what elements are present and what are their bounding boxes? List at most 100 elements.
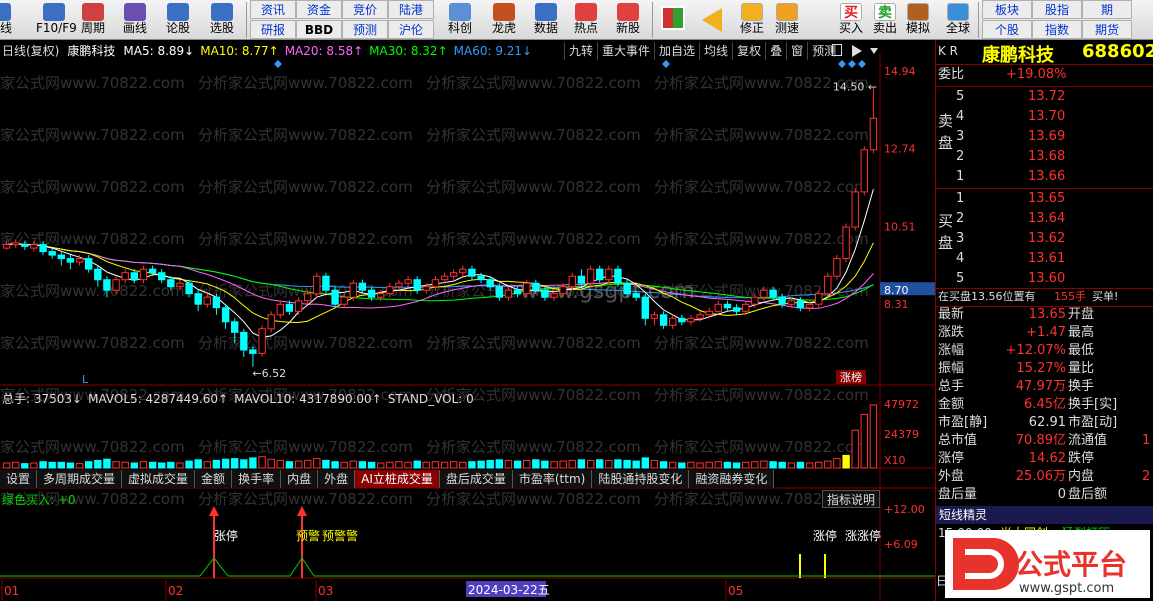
toolbar-layout-button[interactable] bbox=[656, 0, 690, 40]
toolbar-grid-button[interactable]: 资讯 bbox=[250, 0, 296, 19]
event-diamond-icon[interactable] bbox=[848, 60, 856, 68]
indicator-tab[interactable]: 盘后成交量 bbox=[440, 470, 513, 488]
candle[interactable] bbox=[267, 311, 275, 333]
chart-tool-button[interactable]: 复权 bbox=[732, 42, 765, 60]
indicator-tab[interactable]: AI立桩成交量 bbox=[355, 470, 440, 488]
candle[interactable] bbox=[322, 272, 330, 294]
indicator-tab[interactable]: 虚拟成交量 bbox=[122, 470, 196, 488]
candle[interactable] bbox=[614, 265, 622, 287]
indicator-help-button[interactable]: 指标说明 bbox=[822, 490, 881, 508]
ask-row[interactable]: 1 13.66 bbox=[936, 168, 1153, 186]
chart-tool-button[interactable]: 加自选 bbox=[654, 42, 699, 60]
toolbar-market-button[interactable]: 期 bbox=[1082, 0, 1132, 19]
chart-tool-button[interactable]: 九转 bbox=[564, 42, 597, 60]
candle[interactable] bbox=[842, 223, 850, 263]
toolbar-grid-button[interactable]: 资金 bbox=[296, 0, 342, 19]
toolbar-grid-button[interactable]: BBD bbox=[296, 20, 342, 39]
bid-row[interactable]: 4 13.61 bbox=[936, 250, 1153, 268]
candle[interactable] bbox=[66, 255, 75, 270]
candle[interactable] bbox=[313, 272, 321, 298]
toolbar-calendar-button[interactable]: 日线 bbox=[0, 0, 18, 40]
toolbar-market-button[interactable]: 期货 bbox=[1082, 20, 1132, 39]
candle[interactable] bbox=[678, 314, 686, 326]
candle[interactable] bbox=[331, 286, 339, 308]
indicator-tab[interactable]: 金额 bbox=[195, 470, 233, 488]
ask-row[interactable]: 4 13.70 bbox=[936, 108, 1153, 126]
toolbar-grid-button[interactable]: 陆港 bbox=[388, 0, 434, 19]
toolbar-f10-button[interactable]: F10/F9 bbox=[36, 0, 77, 40]
candle[interactable] bbox=[57, 251, 65, 266]
toolbar-dragon-button[interactable]: 龙虎 bbox=[482, 0, 526, 40]
candle[interactable] bbox=[85, 255, 93, 273]
toolbar-grid-button[interactable]: 沪伦 bbox=[388, 20, 434, 39]
chart-tool-button[interactable]: 重大事件 bbox=[597, 42, 654, 60]
toolbar-magnifier-button[interactable]: 选股 bbox=[202, 0, 242, 40]
toolbar-pencil-button[interactable]: 画线 bbox=[116, 0, 154, 40]
candle[interactable] bbox=[732, 304, 741, 315]
kline-svg[interactable]: 分析家公式网www.70822.com 分析家公式网www.70822.com 分析… bbox=[0, 40, 935, 601]
candle[interactable] bbox=[249, 346, 257, 367]
candle[interactable] bbox=[221, 304, 230, 329]
indicator-tab[interactable]: 多周期成交量 bbox=[37, 470, 123, 488]
candle[interactable] bbox=[714, 300, 722, 315]
toolbar-chart-button[interactable]: 科创 bbox=[438, 0, 482, 40]
indicator-tab[interactable]: 设置 bbox=[0, 470, 38, 488]
chart-tool-button[interactable]: 均线 bbox=[699, 42, 732, 60]
toolbar-hammer-button[interactable]: 模拟 bbox=[900, 0, 936, 40]
candle[interactable] bbox=[833, 255, 841, 280]
toolbar-market-button[interactable]: 个股 bbox=[982, 20, 1032, 39]
candle[interactable] bbox=[851, 188, 859, 231]
candle[interactable] bbox=[860, 146, 868, 196]
event-diamond-icon[interactable] bbox=[838, 60, 846, 68]
candle[interactable] bbox=[139, 265, 148, 284]
ask-row[interactable]: 3 13.69 bbox=[936, 128, 1153, 146]
candle[interactable] bbox=[641, 293, 649, 326]
candle[interactable] bbox=[696, 311, 704, 322]
candle[interactable] bbox=[450, 269, 458, 280]
ask-row[interactable]: 2 13.68 bbox=[936, 148, 1153, 166]
indicator-tab[interactable]: 内盘 bbox=[281, 470, 319, 488]
chart-tool-button[interactable]: 窗 bbox=[786, 42, 807, 60]
indicator-tab[interactable]: 融资融券变化 bbox=[689, 470, 775, 488]
toolbar-sell-button[interactable]: 卖卖出 bbox=[868, 0, 902, 40]
candle[interactable] bbox=[459, 265, 467, 277]
kline-chart-area[interactable]: 分析家公式网www.70822.com 分析家公式网www.70822.com 分析… bbox=[0, 40, 935, 601]
indicator-tab[interactable]: 市盈率(ttm) bbox=[513, 470, 593, 488]
candle[interactable] bbox=[687, 314, 695, 326]
toolbar-clock-button[interactable]: 测速 bbox=[770, 0, 804, 40]
bid-row[interactable]: 5 13.60 bbox=[936, 270, 1153, 288]
toolbar-market-button[interactable]: 股指 bbox=[1032, 0, 1082, 19]
indicator-tab[interactable]: 外盘 bbox=[318, 470, 356, 488]
toolbar-hot-button[interactable]: 热点 bbox=[566, 0, 606, 40]
toolbar-globe-button[interactable]: 全球 bbox=[938, 0, 978, 40]
toolbar-grid-button[interactable]: 研报 bbox=[250, 20, 296, 39]
toolbar-market-button[interactable]: 指数 bbox=[1032, 20, 1082, 39]
period-label[interactable]: 日线(复权) bbox=[2, 44, 59, 58]
chevron-down-icon[interactable] bbox=[870, 48, 878, 54]
event-diamond-icon[interactable] bbox=[662, 60, 670, 68]
event-diamond-icon[interactable] bbox=[858, 60, 866, 68]
candle[interactable] bbox=[240, 328, 248, 357]
candle[interactable] bbox=[349, 279, 358, 301]
candle[interactable] bbox=[650, 311, 659, 326]
indicator-tab[interactable]: 换手率 bbox=[232, 470, 282, 488]
skip-end-icon[interactable] bbox=[852, 45, 862, 57]
toolbar-market-button[interactable]: 板块 bbox=[982, 0, 1032, 19]
candle[interactable] bbox=[586, 265, 595, 287]
candle[interactable] bbox=[48, 248, 56, 259]
lock-icon[interactable] bbox=[832, 44, 842, 56]
toolbar-buy-button[interactable]: 买买入 bbox=[834, 0, 868, 40]
candle[interactable] bbox=[869, 86, 878, 154]
candle[interactable] bbox=[824, 272, 832, 298]
toolbar-grid-button[interactable]: 竞价 bbox=[342, 0, 388, 19]
candle[interactable] bbox=[669, 314, 677, 329]
arrow-up-icon[interactable] bbox=[742, 2, 758, 16]
candle[interactable] bbox=[212, 293, 221, 315]
bid-row[interactable]: 2 13.64 bbox=[936, 210, 1153, 228]
bid-row[interactable]: 1 13.65 bbox=[936, 190, 1153, 208]
candle[interactable] bbox=[194, 290, 202, 312]
candle[interactable] bbox=[276, 300, 285, 319]
event-diamond-icon[interactable] bbox=[274, 60, 282, 68]
toolbar-period-button[interactable]: 周期 bbox=[76, 0, 110, 40]
candle[interactable] bbox=[659, 311, 668, 329]
